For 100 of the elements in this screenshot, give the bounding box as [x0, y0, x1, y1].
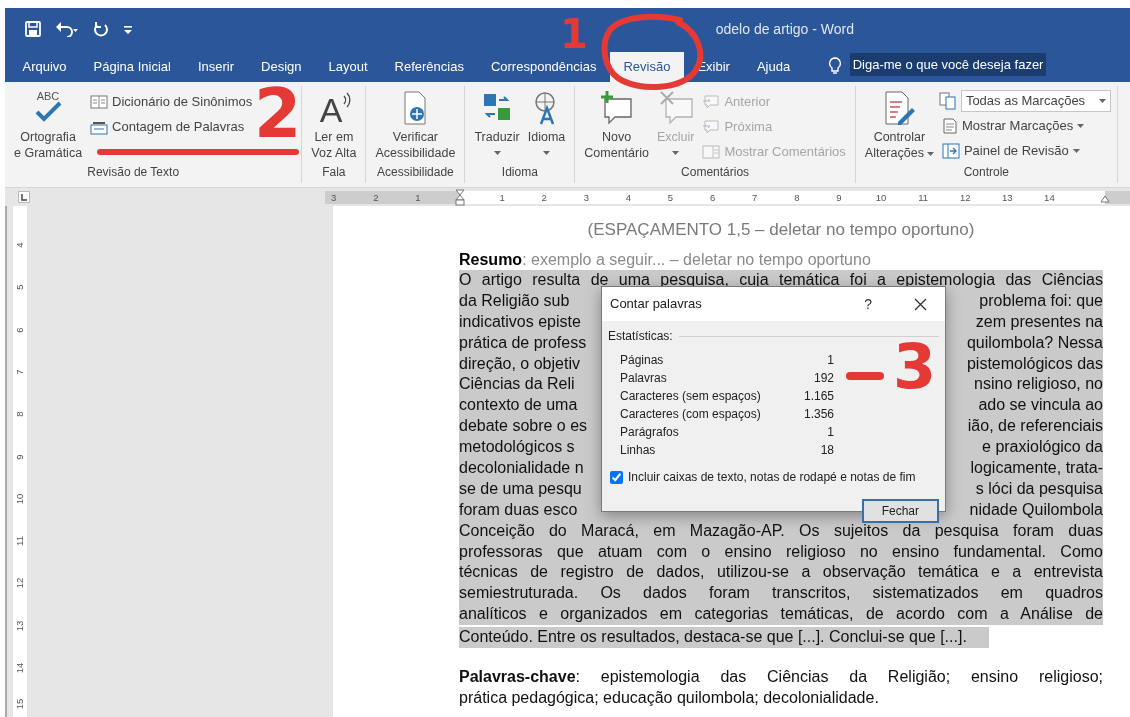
markup-icon — [938, 92, 957, 110]
redo-icon[interactable] — [93, 21, 109, 37]
ruler-number: 8 — [794, 191, 800, 204]
new-comment-button[interactable]: Novo Comentário — [581, 90, 652, 162]
ribbon-tab[interactable]: Correspondências — [477, 52, 610, 82]
tab-stop-icon[interactable] — [18, 191, 30, 203]
reviewing-pane-icon — [941, 142, 960, 159]
ribbon-tab[interactable]: Arquivo — [9, 52, 81, 82]
caret-icon — [1072, 148, 1080, 153]
keywords-line: prática pedagógica; educação quilombola; decolonialidade. — [459, 688, 880, 709]
stat-value: 1.165 — [803, 388, 834, 405]
include-checkbox[interactable] — [610, 470, 623, 484]
ruler-number: 7 — [15, 369, 25, 375]
track-changes-button[interactable]: Controlar Alterações — [861, 90, 937, 162]
comments-pane-icon — [702, 143, 721, 160]
text-fragment: direção, o objetiv — [459, 353, 580, 374]
ruler-number: 4 — [625, 191, 632, 204]
indent-marker-icon[interactable] — [455, 189, 465, 206]
track-changes-icon — [882, 90, 917, 126]
caret-icon — [493, 151, 501, 156]
caret-icon — [1077, 123, 1085, 128]
keywords-line: Palavras-chave: epistemologia das Ciências da Religião; ensino religioso; — [459, 667, 1103, 688]
ruler-number: 4 — [15, 242, 25, 248]
ruler-number: 9 — [836, 191, 842, 204]
ruler-number: 10 — [875, 191, 887, 204]
text-fragment: pistemológicos das — [966, 353, 1103, 374]
save-icon[interactable] — [25, 21, 41, 37]
group-label: Controle — [962, 164, 1011, 181]
close-icon — [914, 298, 927, 312]
thesaurus-icon — [90, 93, 109, 110]
previous-comment-icon — [702, 93, 721, 110]
text-fragment: s lóci da pesquisa — [975, 478, 1103, 499]
reviewing-pane-button[interactable]: Painel de Revisão — [938, 139, 1111, 162]
ruler-number: 6 — [709, 191, 716, 204]
document-heading: (ESPAÇAMENTO 1,5 – deletar no tempo oportuno) — [586, 219, 976, 241]
caret-icon — [672, 151, 680, 156]
next-comment-icon — [702, 118, 721, 135]
language-button[interactable]: Idioma — [524, 90, 569, 156]
ruler-number: 11 — [918, 191, 929, 204]
check-accessibility-button[interactable]: Verificar Acessibilidade — [372, 90, 459, 162]
ruler-number: 14 — [15, 662, 25, 674]
checkbox-label: Incluir caixas de texto, notas de rodapé e notas de fim — [628, 469, 916, 486]
stat-value: 18 — [820, 442, 834, 459]
text-fragment: se de uma pesqu — [459, 478, 582, 499]
text-fragment: ado se vincula ao — [978, 395, 1103, 416]
thesaurus-button[interactable]: Dicionário de Sinônimos — [87, 90, 256, 113]
ruler-number: 13 — [15, 620, 25, 631]
ruler-number: 1 — [415, 191, 421, 204]
stat-label: Caracteres (com espaços) — [620, 406, 761, 423]
ruler-number: 5 — [667, 191, 674, 204]
stat-value: 192 — [813, 370, 834, 387]
stat-label: Parágrafos — [620, 424, 679, 441]
text-fragment: Ciências da Reli — [459, 374, 575, 395]
lightbulb-icon — [827, 57, 842, 75]
ribbon-tab[interactable]: Ajuda — [743, 52, 804, 82]
ribbon-tab[interactable]: Inserir — [184, 52, 248, 82]
text-fragment: decolonialidade n — [459, 458, 584, 478]
ruler-number: 2 — [541, 191, 547, 204]
ruler-number: 10 — [15, 493, 25, 505]
abstract-title: Resumo: exemplo a seguir... – deletar no tempo oportuno — [459, 250, 872, 270]
ruler-number: 7 — [752, 191, 758, 204]
close-dialog-button[interactable]: Fechar — [861, 499, 939, 523]
undo-icon[interactable] — [55, 21, 79, 37]
stat-label: Palavras — [620, 370, 667, 387]
group-label: Revisão de Texto — [86, 164, 181, 181]
stat-value: 1 — [827, 352, 834, 369]
ribbon-tab[interactable]: Referências — [381, 52, 478, 82]
ribbon-tab[interactable]: Layout — [315, 52, 382, 82]
translate-button[interactable]: Traduzir — [471, 90, 523, 156]
text-fragment: quilombola? Nessa — [966, 332, 1103, 353]
handwritten-number: 2 — [254, 80, 302, 148]
ruler-number: 14 — [1044, 191, 1055, 204]
spelling-grammar-button[interactable]: ABC Ortografia e Gramática — [11, 90, 86, 162]
text-fragment: nsino religioso, no — [974, 374, 1103, 395]
show-markup-button[interactable]: Mostrar Marcações — [938, 114, 1111, 137]
markup-select[interactable]: Todas as Marcações — [960, 90, 1111, 112]
text-fragment: e praxiológico da — [982, 437, 1103, 458]
ribbon-tab[interactable]: Revisão — [609, 52, 684, 82]
ruler-number: 11 — [15, 536, 25, 547]
ruler-number: 3 — [331, 191, 337, 204]
handwritten-number: 1 — [560, 14, 588, 54]
ruler-number: 1 — [499, 191, 505, 204]
stat-value: 1.356 — [803, 406, 834, 423]
caret-icon — [1098, 99, 1106, 103]
text-fragment: nidade Quilombola — [969, 499, 1103, 520]
group-label: Comentários — [680, 164, 751, 181]
ruler-number: 15 — [15, 698, 25, 710]
stat-value: 1 — [827, 424, 834, 441]
help-button[interactable]: ? — [860, 293, 876, 315]
ribbon-tab[interactable]: Página Inicial — [80, 52, 185, 82]
text-fragment: metodológicos s — [459, 437, 575, 458]
right-indent-marker-icon[interactable] — [1100, 195, 1110, 203]
read-aloud-button[interactable]: A Ler em Voz Alta — [308, 90, 360, 162]
stat-label: Páginas — [620, 352, 664, 369]
ribbon-tab[interactable]: Design — [247, 52, 315, 82]
tell-me-search[interactable]: Diga-me o que você deseja fazer — [849, 52, 1047, 76]
ruler-number: 3 — [583, 191, 589, 204]
group-label: Acessibilidade — [376, 164, 455, 181]
text-fragment: indicativos episte — [459, 311, 581, 332]
word-count-button[interactable]: Contagem de Palavras — [87, 115, 256, 138]
